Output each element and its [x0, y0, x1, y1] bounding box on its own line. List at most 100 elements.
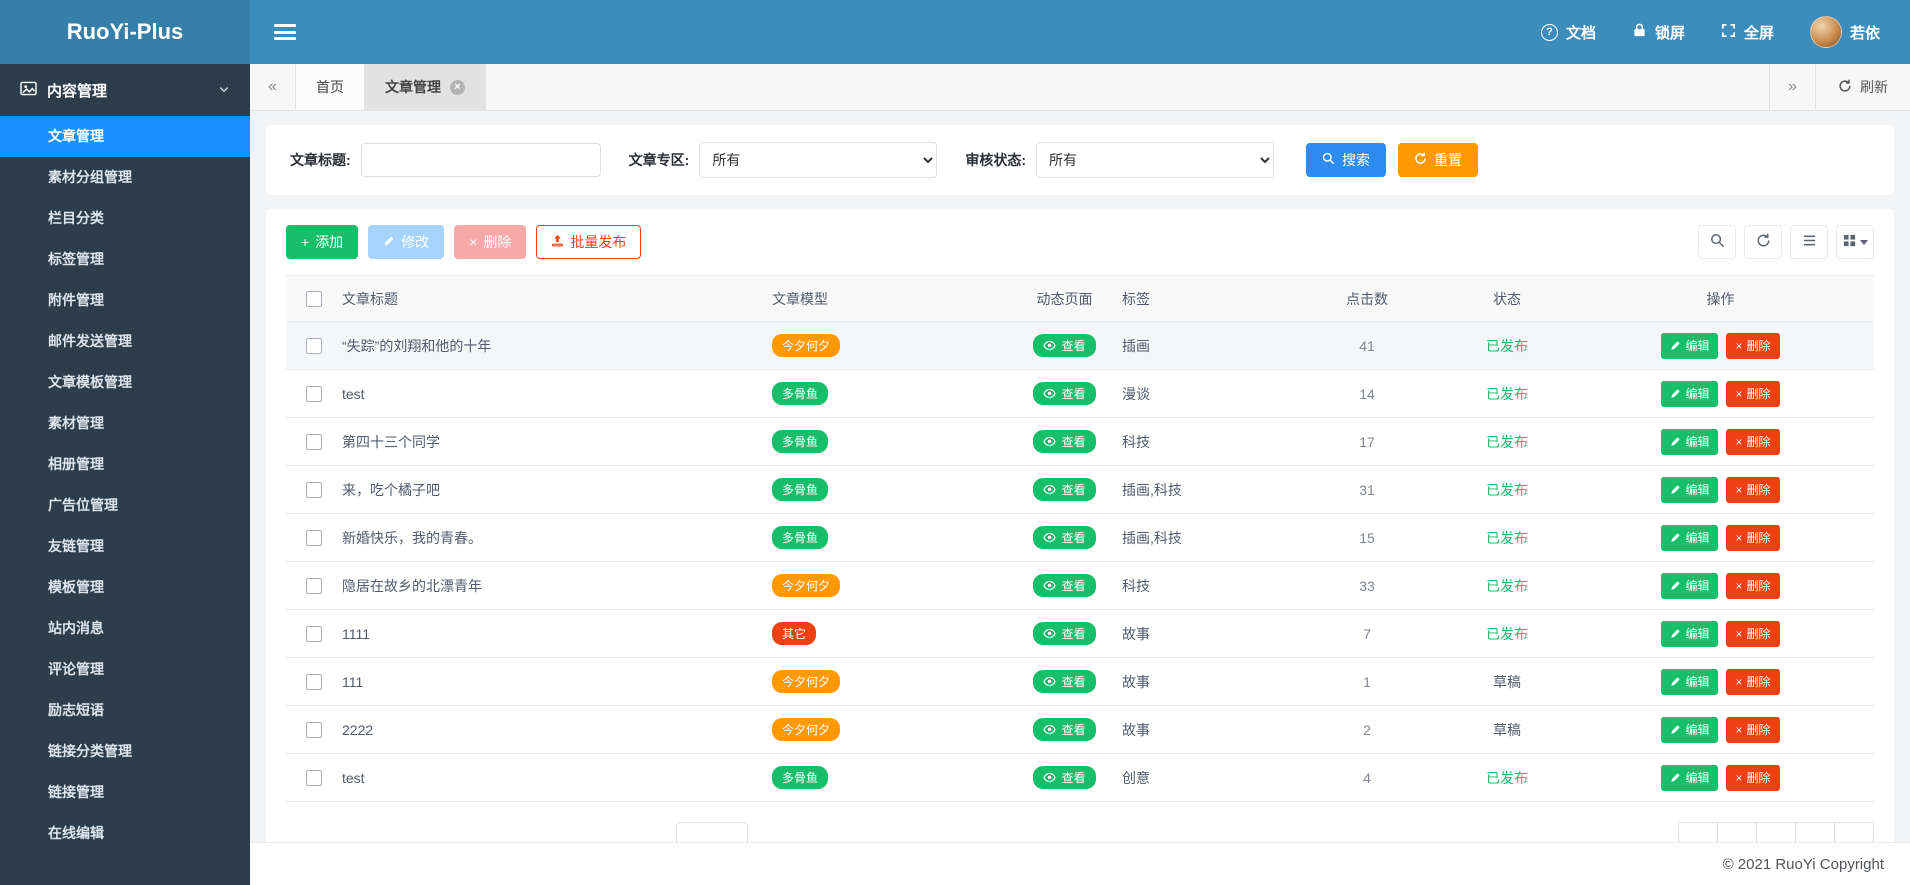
row-edit-button[interactable]: 编辑 — [1661, 620, 1719, 647]
sidebar-item[interactable]: 素材管理 — [0, 403, 250, 444]
row-checkbox[interactable] — [306, 386, 322, 403]
row-delete-button[interactable]: × 删除 — [1726, 668, 1780, 695]
lock-screen-link[interactable]: 锁屏 — [1632, 22, 1685, 43]
tab[interactable]: 首页 — [296, 64, 365, 110]
table-toolbar: + 添加 修改 × 删除 批量发布 — [286, 225, 1874, 259]
row-delete-button[interactable]: × 删除 — [1726, 380, 1780, 407]
content-area: 文章标题: 文章专区: 所有 审核状态: 所有 搜索 重置 + 添加 修改 × … — [250, 111, 1910, 842]
row-delete-button[interactable]: × 删除 — [1726, 428, 1780, 455]
view-button[interactable]: 查看 — [1033, 574, 1096, 597]
row-edit-button[interactable]: 编辑 — [1661, 572, 1719, 599]
user-menu[interactable]: 若依 — [1809, 16, 1880, 48]
row-delete-button[interactable]: × 删除 — [1726, 332, 1780, 359]
sidebar-toggle-button[interactable] — [274, 24, 296, 40]
page-size-select[interactable] — [676, 822, 748, 842]
refresh-tab-button[interactable]: 刷新 — [1815, 64, 1910, 110]
sidebar-item[interactable]: 链接管理 — [0, 772, 250, 813]
sidebar-item[interactable]: 励志短语 — [0, 690, 250, 731]
row-delete-button[interactable]: × 删除 — [1726, 572, 1780, 599]
row-delete-button[interactable]: × 删除 — [1726, 476, 1780, 503]
row-checkbox[interactable] — [306, 482, 322, 499]
row-delete-button[interactable]: × 删除 — [1726, 524, 1780, 551]
view-button[interactable]: 查看 — [1033, 382, 1096, 405]
row-edit-button[interactable]: 编辑 — [1661, 524, 1719, 551]
reset-button[interactable]: 重置 — [1398, 143, 1479, 177]
page-button[interactable] — [1678, 822, 1718, 842]
audit-status-select[interactable]: 所有 — [1036, 142, 1275, 178]
app-logo[interactable]: RuoYi-Plus — [0, 0, 250, 64]
row-checkbox[interactable] — [306, 338, 322, 355]
table-columns-button[interactable] — [1790, 225, 1828, 259]
view-button[interactable]: 查看 — [1033, 430, 1096, 453]
view-button[interactable]: 查看 — [1033, 718, 1096, 741]
sidebar-item[interactable]: 文章管理 — [0, 116, 250, 157]
row-edit-button[interactable]: 编辑 — [1661, 764, 1719, 791]
sidebar-item[interactable]: 邮件发送管理 — [0, 321, 250, 362]
close-icon[interactable]: × — [450, 79, 465, 95]
row-checkbox[interactable] — [306, 578, 322, 595]
view-button[interactable]: 查看 — [1033, 478, 1096, 501]
row-checkbox[interactable] — [306, 530, 322, 547]
avatar — [1809, 16, 1842, 48]
view-button[interactable]: 查看 — [1033, 766, 1096, 789]
sidebar-item[interactable]: 链接分类管理 — [0, 731, 250, 772]
page-button[interactable] — [1756, 822, 1796, 842]
row-checkbox[interactable] — [306, 770, 322, 787]
clicks-count: 2 — [1363, 721, 1371, 738]
clicks-count: 41 — [1359, 337, 1375, 354]
row-edit-button[interactable]: 编辑 — [1661, 332, 1719, 359]
sidebar-item[interactable]: 评论管理 — [0, 649, 250, 690]
row-edit-button[interactable]: 编辑 — [1661, 668, 1719, 695]
tabs-scroll-right-button[interactable]: » — [1769, 64, 1815, 110]
row-checkbox[interactable] — [306, 722, 322, 739]
table-search-button[interactable] — [1698, 225, 1736, 259]
row-edit-button[interactable]: 编辑 — [1661, 716, 1719, 743]
article-title-input[interactable] — [360, 143, 601, 177]
row-edit-button[interactable]: 编辑 — [1661, 380, 1719, 407]
select-all-checkbox[interactable] — [306, 291, 322, 308]
sidebar-item[interactable]: 素材分组管理 — [0, 157, 250, 198]
tab[interactable]: 文章管理 × — [365, 64, 486, 110]
row-delete-button[interactable]: × 删除 — [1726, 716, 1780, 743]
sidebar-item[interactable]: 栏目分类 — [0, 198, 250, 239]
sidebar-item[interactable]: 相册管理 — [0, 444, 250, 485]
row-checkbox[interactable] — [306, 434, 322, 451]
batch-publish-button[interactable]: 批量发布 — [536, 225, 642, 259]
tabs-scroll-left-button[interactable]: « — [250, 64, 296, 110]
view-button[interactable]: 查看 — [1033, 526, 1096, 549]
page-button[interactable] — [1834, 822, 1874, 842]
row-edit-button[interactable]: 编辑 — [1661, 428, 1719, 455]
add-button[interactable]: + 添加 — [286, 225, 359, 259]
fullscreen-icon — [1721, 23, 1736, 42]
fullscreen-link[interactable]: 全屏 — [1721, 22, 1774, 43]
row-delete-button[interactable]: × 删除 — [1726, 764, 1780, 791]
page-button[interactable] — [1795, 822, 1835, 842]
sidebar-item[interactable]: 友链管理 — [0, 526, 250, 567]
row-edit-button[interactable]: 编辑 — [1661, 476, 1719, 503]
view-button[interactable]: 查看 — [1033, 334, 1096, 357]
row-checkbox[interactable] — [306, 674, 322, 691]
docs-link[interactable]: ? 文档 — [1540, 22, 1596, 43]
delete-button[interactable]: × 删除 — [454, 225, 527, 259]
sidebar-item[interactable]: 广告位管理 — [0, 485, 250, 526]
sidebar-item[interactable]: 附件管理 — [0, 280, 250, 321]
table-view-toggle-button[interactable] — [1836, 225, 1874, 259]
view-button[interactable]: 查看 — [1033, 670, 1096, 693]
page-button[interactable] — [1717, 822, 1757, 842]
view-button[interactable]: 查看 — [1033, 622, 1096, 645]
article-table: 文章标题 文章模型 动态页面 标签 点击数 状态 操作 “失踪”的刘翔和他的十年 今夕何夕 查看… — [286, 275, 1874, 802]
search-button[interactable]: 搜索 — [1306, 143, 1387, 177]
article-zone-select[interactable]: 所有 — [699, 142, 938, 178]
sidebar-item[interactable]: 模板管理 — [0, 567, 250, 608]
row-checkbox[interactable] — [306, 626, 322, 643]
sidebar-item[interactable]: 站内消息 — [0, 608, 250, 649]
row-delete-button[interactable]: × 删除 — [1726, 620, 1780, 647]
table-refresh-button[interactable] — [1744, 225, 1782, 259]
clicks-count: 17 — [1359, 433, 1375, 450]
sidebar-item[interactable]: 在线编辑 — [0, 813, 250, 854]
sidebar-group-content-management[interactable]: 内容管理 — [0, 64, 250, 116]
edit-button[interactable]: 修改 — [368, 225, 445, 259]
sidebar-item[interactable]: 标签管理 — [0, 239, 250, 280]
sidebar-item[interactable]: 文章模板管理 — [0, 362, 250, 403]
sidebar-menu: 文章管理 素材分组管理 栏目分类 标签管理 附件管理 邮件发送管理 文章模板管理 素材管理 相册… — [0, 116, 250, 854]
